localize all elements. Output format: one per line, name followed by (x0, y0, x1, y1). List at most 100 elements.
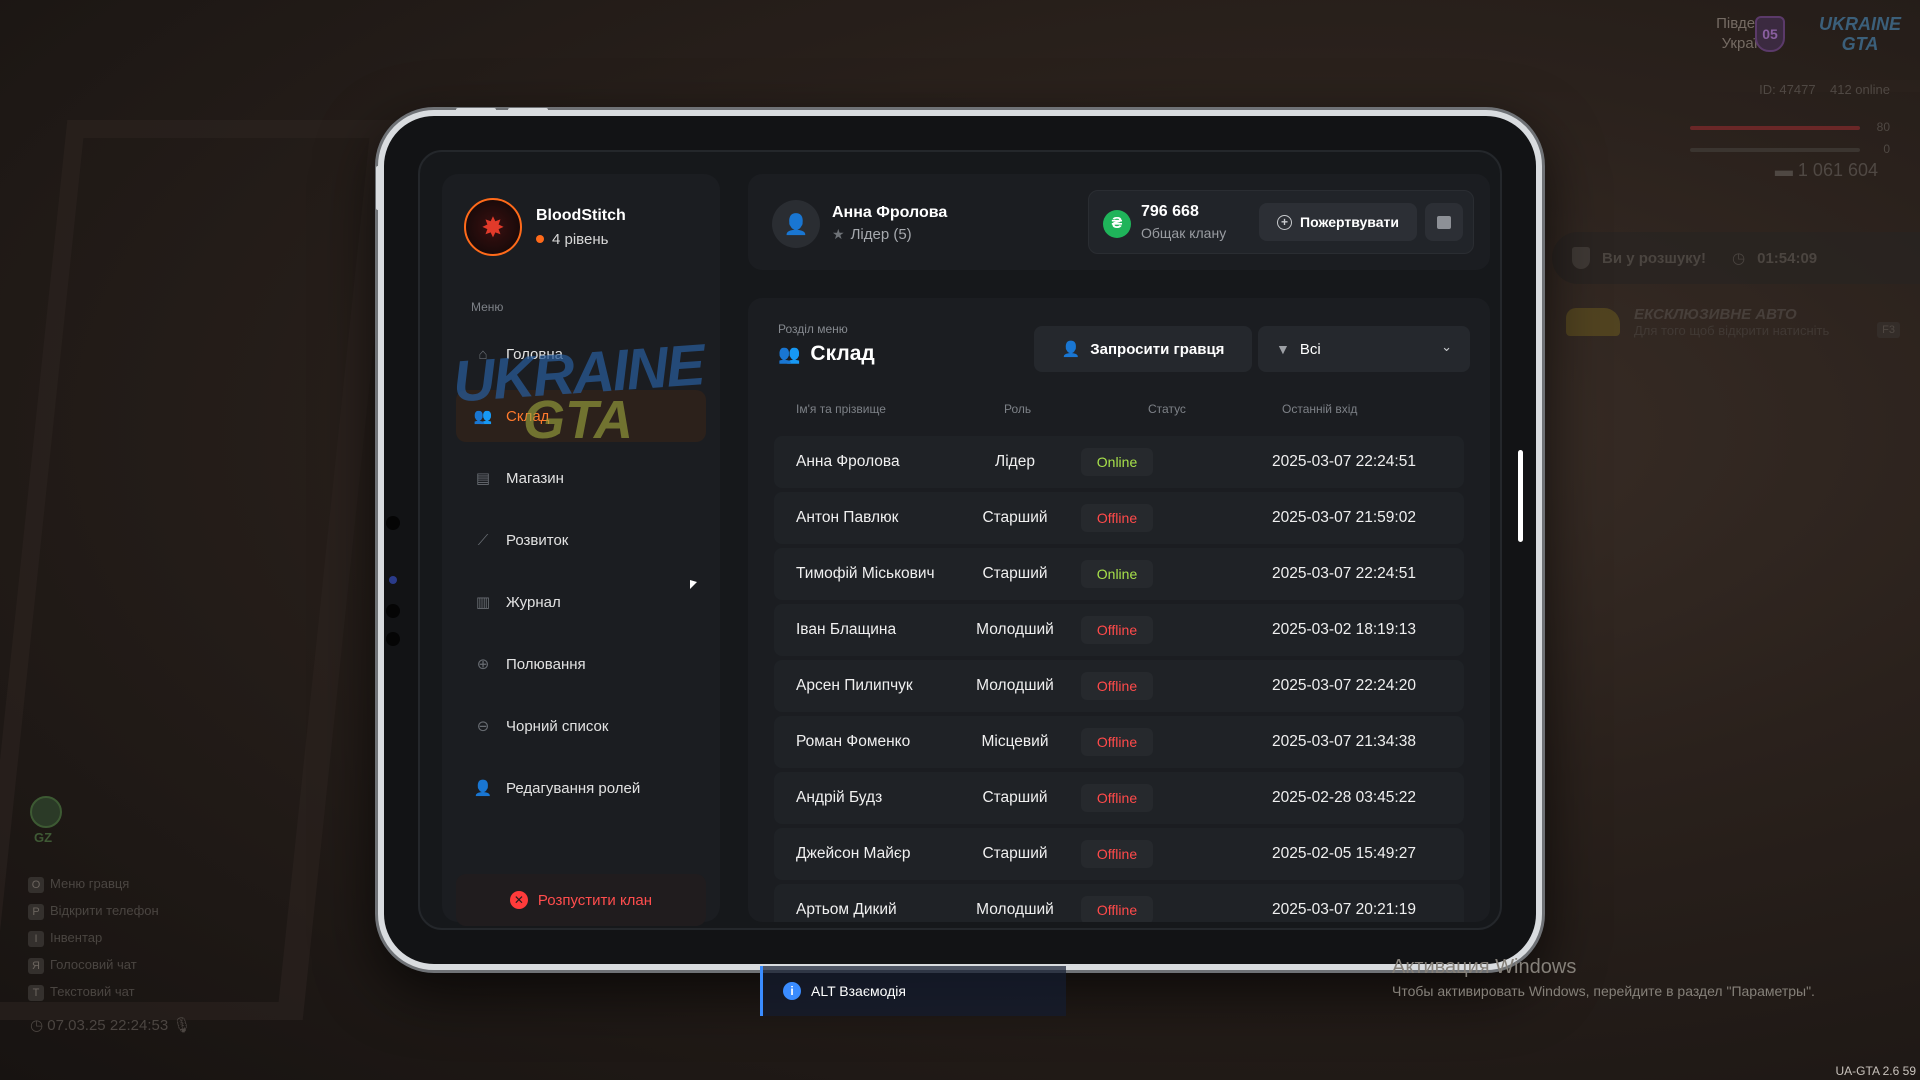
member-last-login: 2025-02-28 03:45:22 (1272, 789, 1416, 806)
star-icon: ★ (832, 226, 845, 242)
money-value: 1 061 604 (1797, 160, 1878, 180)
wanted-notice: Ви у розшуку! ◷ 01:54:09 (1552, 232, 1920, 284)
table-row[interactable]: Артьом Дикий Молодший Offline 2025-03-07… (774, 884, 1464, 922)
status-badge: Offline (1081, 728, 1153, 756)
member-role: Старший (982, 565, 1048, 582)
table-row[interactable]: Анна Фролова Лідер Online 2025-03-07 22:… (774, 436, 1464, 488)
player-id: ID: 47477 (1759, 82, 1816, 97)
section-title-text: Склад (810, 342, 875, 365)
table-row[interactable]: Роман Фоменко Місцевий Offline 2025-03-0… (774, 716, 1464, 768)
disband-label: Розпустити клан (537, 891, 653, 909)
table-row[interactable]: Арсен Пилипчук Молодший Offline 2025-03-… (774, 660, 1464, 712)
sidebar-item-role-editing[interactable]: 👤 Редагування ролей (456, 762, 706, 814)
plus-circle-icon: + (1277, 214, 1293, 230)
armor-bar (1690, 148, 1860, 152)
user-role-text: Лідер (5) (850, 226, 912, 243)
sidebar-item-development[interactable]: ⟋ Розвиток (456, 514, 706, 566)
alt-interaction-hint: i ALT Взаємодія (760, 966, 1066, 1016)
chevron-down-icon: ⌄ (1441, 339, 1452, 354)
user-role: ★ Лідер (5) (832, 226, 912, 243)
table-row[interactable]: Джейсон Майєр Старший Offline 2025-02-05… (774, 828, 1464, 880)
table-row[interactable]: Тимофій Міськович Старший Online 2025-03… (774, 548, 1464, 600)
archive-button[interactable] (1425, 203, 1463, 241)
camera-dot (386, 604, 400, 618)
hint-key: T (28, 984, 44, 1001)
status-badge: Offline (1081, 896, 1153, 922)
region-badge: 05 (1755, 16, 1785, 52)
sidebar-item-home[interactable]: ⌂ Головна (456, 328, 706, 380)
member-last-login: 2025-03-07 22:24:20 (1272, 677, 1416, 694)
status-badge: Online (1081, 560, 1153, 588)
zone-icon (30, 796, 62, 828)
status-badge: Offline (1081, 504, 1153, 532)
hint-label: Текстовий чат (50, 984, 135, 999)
basket-icon: ▤ (475, 470, 491, 487)
invite-player-button[interactable]: 👤 Запросити гравця (1034, 326, 1252, 372)
role-filter-select[interactable]: ▼ Всі ⌄ (1258, 326, 1470, 372)
hint-key: P (28, 903, 44, 920)
sidebar-item-roster[interactable]: 👥 Склад (456, 390, 706, 442)
sidebar-item-hunting[interactable]: ⊕ Полювання (456, 638, 706, 690)
member-list: Анна Фролова Лідер Online 2025-03-07 22:… (774, 436, 1464, 922)
member-name: Анна Фролова (796, 453, 900, 470)
disband-clan-button[interactable]: ✕ Розпустити клан (456, 874, 706, 926)
info-icon: i (783, 982, 801, 1000)
version-label: UA-GTA 2.6 59 (1835, 1064, 1916, 1078)
table-row[interactable]: Іван Блащина Молодший Offline 2025-03-02… (774, 604, 1464, 656)
camera-dot (389, 576, 397, 584)
member-role: Старший (982, 509, 1048, 526)
hint-item: P Відкрити телефон (28, 897, 159, 924)
roster-panel: Розділ меню 👥 Склад 👤 Запросити гравця ▼… (748, 298, 1490, 922)
member-last-login: 2025-03-07 20:21:19 (1272, 901, 1416, 918)
roster-scrollbar[interactable] (1518, 450, 1523, 542)
clan-profile: ✸ BloodStitch 4 рівень (464, 198, 626, 256)
sidebar-item-shop[interactable]: ▤ Магазин (456, 452, 706, 504)
clan-avatar: ✸ (464, 198, 522, 256)
filter-icon: ▼ (1276, 341, 1290, 357)
column-status: Статус (1148, 402, 1186, 416)
windows-activation-watermark: Активация Windows Чтобы активировать Win… (1392, 956, 1815, 999)
health-bar (1690, 126, 1860, 130)
status-badge: Offline (1081, 784, 1153, 812)
hint-label: Відкрити телефон (50, 903, 159, 918)
hud-id-online: ID: 47477 412 online (1759, 82, 1890, 97)
hud-datetime: ◷ 07.03.25 22:24:53 🎙 (30, 1016, 191, 1034)
sidebar-item-label: Магазин (506, 469, 564, 487)
wanted-timer: 01:54:09 (1757, 249, 1818, 267)
people-icon: 👥 (778, 343, 801, 364)
member-name: Іван Блащина (796, 621, 897, 638)
level-dot-icon (536, 235, 544, 243)
status-badge: Offline (1081, 840, 1153, 868)
status-badge: Offline (1081, 616, 1153, 644)
tablet-button (456, 108, 496, 112)
armor-value: 0 (1883, 142, 1890, 156)
shield-icon (1572, 247, 1590, 269)
clan-level: 4 рівень (536, 231, 626, 248)
member-name: Антон Павлюк (796, 509, 899, 526)
tablet-button (508, 108, 548, 112)
activation-title: Активация Windows (1392, 956, 1577, 978)
microphone-icon: 🎙 (172, 1017, 192, 1034)
mouse-cursor (690, 580, 697, 589)
member-role: Молодший (976, 901, 1054, 918)
sidebar-item-label: Склад (506, 407, 550, 425)
hud-money: ▬ 1 061 604 (1775, 160, 1878, 181)
table-row[interactable]: Антон Павлюк Старший Offline 2025-03-07 … (774, 492, 1464, 544)
donate-label: Пожертвувати (1300, 214, 1399, 230)
hint-item: T Текстовий чат (28, 978, 159, 1005)
hint-item: Я Голосовий чат (28, 951, 159, 978)
donate-button[interactable]: + Пожертвувати (1259, 203, 1417, 241)
hint-label: Голосовий чат (50, 957, 137, 972)
member-last-login: 2025-02-05 15:49:27 (1272, 845, 1416, 862)
clock-icon: ◷ (1732, 250, 1746, 267)
zone-label: GZ (34, 830, 53, 845)
sidebar-item-journal[interactable]: ▥ Журнал (456, 576, 706, 628)
hryvnia-icon: ₴ (1103, 210, 1131, 238)
server-logo: UKRAINE GTA (1818, 14, 1901, 54)
online-count: 412 online (1830, 82, 1890, 97)
hint-key: Я (28, 957, 44, 974)
table-row[interactable]: Андрій Будз Старший Offline 2025-02-28 0… (774, 772, 1464, 824)
sidebar-item-blacklist[interactable]: ⊖ Чорний список (456, 700, 706, 752)
car-icon (1566, 308, 1620, 336)
member-name: Тимофій Міськович (796, 565, 935, 582)
